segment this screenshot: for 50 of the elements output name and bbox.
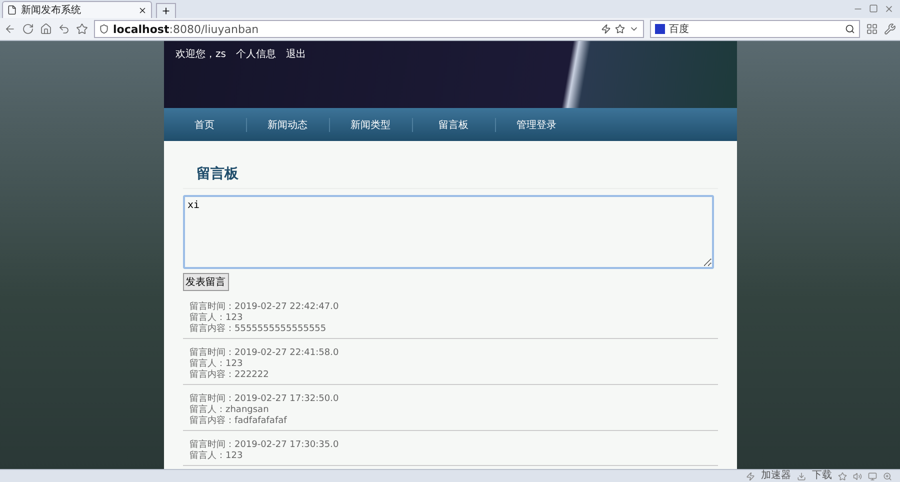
- message-line: 留言时间：2019-02-27 22:42:47.0: [190, 302, 340, 312]
- nav-link[interactable]: 首页: [164, 118, 246, 132]
- status-link[interactable]: 下载: [812, 470, 832, 482]
- address-field[interactable]: localhost:8080/liuyanban: [94, 20, 644, 38]
- message-line: 留言内容：5555555555555555: [190, 324, 328, 335]
- nav-link[interactable]: 新闻动态: [246, 118, 330, 132]
- plus-icon: [161, 6, 171, 16]
- status-link[interactable]: 加速器: [761, 470, 791, 482]
- download-icon[interactable]: [797, 472, 806, 480]
- star-icon[interactable]: [615, 24, 625, 34]
- star-icon[interactable]: [838, 472, 847, 480]
- message-line: 留言时间：2019-02-27 22:41:58.0: [190, 348, 340, 358]
- nav-link[interactable]: 留言板: [412, 118, 496, 132]
- header-link[interactable]: 个人信息: [236, 47, 276, 61]
- browser-tab[interactable]: 新闻发布系统: [2, 1, 152, 18]
- board-title: 留言板: [182, 141, 718, 189]
- maximize-icon[interactable]: [869, 4, 878, 13]
- undo-icon[interactable]: [58, 23, 70, 35]
- page-icon: [7, 5, 17, 15]
- zoom-icon[interactable]: [883, 472, 892, 480]
- nav-link[interactable]: 管理登录: [496, 118, 578, 132]
- message-line: 留言人：zhangsan: [190, 405, 270, 416]
- submit-button[interactable]: 发表留言: [182, 273, 228, 291]
- speaker-icon[interactable]: [853, 472, 862, 480]
- welcome-text: 欢迎您，zs: [176, 48, 226, 61]
- reload-icon[interactable]: [22, 23, 34, 35]
- star-icon[interactable]: [76, 23, 88, 35]
- message-line: 留言时间：2019-02-27 17:32:50.0: [190, 394, 340, 404]
- search-field[interactable]: 百度: [650, 20, 860, 38]
- back-icon[interactable]: [4, 23, 16, 35]
- shield-icon: [99, 24, 109, 34]
- message-line: 留言人：123: [190, 451, 244, 462]
- nav-link[interactable]: 新闻类型: [330, 118, 412, 132]
- lightning-icon[interactable]: [601, 24, 611, 34]
- header-link[interactable]: 退出: [286, 47, 306, 61]
- message-input[interactable]: xi: [182, 195, 714, 269]
- url-text: localhost:8080/liuyanban: [113, 22, 259, 36]
- tab-title: 新闻发布系统: [21, 4, 82, 17]
- monitor-icon[interactable]: [868, 472, 877, 480]
- message-line: 留言人：123: [190, 359, 244, 370]
- message-line: 留言人：123: [190, 313, 244, 324]
- wrench-icon[interactable]: [884, 23, 896, 35]
- message-line: 留言时间：2019-02-27 17:30:35.0: [190, 440, 340, 450]
- home-icon[interactable]: [40, 23, 52, 35]
- new-tab-button[interactable]: [156, 3, 176, 18]
- grid-icon[interactable]: [866, 23, 878, 35]
- close-icon[interactable]: [138, 6, 147, 14]
- message-line: 留言内容：fadfafafafaf: [190, 416, 288, 427]
- message-line: 留言内容：222222: [190, 370, 270, 381]
- search-icon[interactable]: [845, 24, 855, 34]
